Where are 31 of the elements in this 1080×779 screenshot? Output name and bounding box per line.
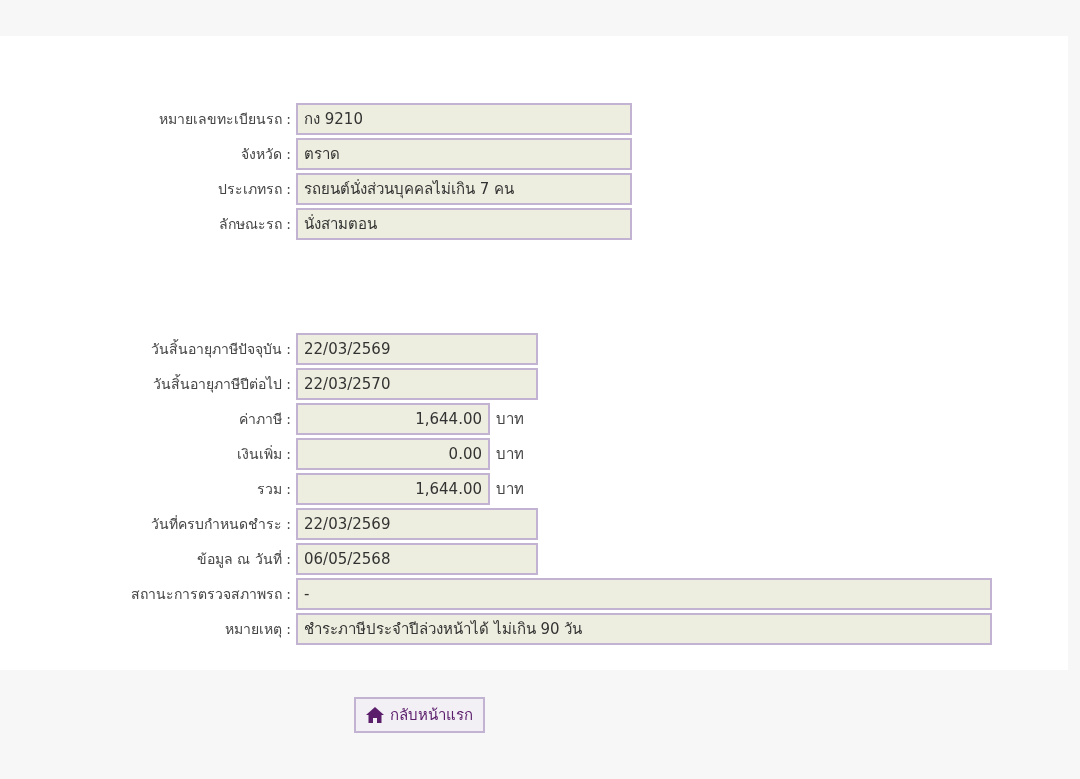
field-label: วันสิ้นอายุภาษีปัจจุบัน : [149, 338, 292, 360]
field-label: วันที่ครบกำหนดชำระ : [149, 514, 292, 534]
home-button[interactable]: กลับหน้าแรก [354, 697, 485, 733]
readonly-field[interactable]: 06/05/2568 [296, 543, 538, 575]
readonly-field[interactable]: 0.00 [296, 438, 490, 470]
field-label: จังหวัด : [239, 144, 292, 164]
field-label: รวม : [255, 479, 292, 499]
field-label: เงินเพิ่ม : [235, 444, 292, 464]
unit-label: บาท [496, 443, 524, 465]
readonly-field[interactable]: - [296, 578, 992, 610]
field-label: หมายเหตุ : [223, 619, 292, 640]
readonly-field[interactable]: ชำระภาษีประจำปีล่วงหน้าได้ ไม่เกิน 90 วัน [296, 613, 992, 645]
readonly-field[interactable]: ตราด [296, 138, 632, 170]
field-label: ค่าภาษี : [237, 409, 292, 429]
readonly-field[interactable]: 22/03/2569 [296, 333, 538, 365]
field-label: สถานะการตรวจสภาพรถ : [129, 584, 292, 604]
unit-label: บาท [496, 408, 524, 430]
readonly-field[interactable]: กง 9210 [296, 103, 632, 135]
readonly-field[interactable]: นั่งสามตอน [296, 208, 632, 240]
field-label: วันสิ้นอายุภาษีปีต่อไป : [151, 373, 292, 395]
readonly-field[interactable]: 22/03/2569 [296, 508, 538, 540]
readonly-field[interactable]: 1,644.00 [296, 473, 490, 505]
field-label: ลักษณะรถ : [217, 214, 292, 234]
readonly-field[interactable]: 1,644.00 [296, 403, 490, 435]
field-label: ข้อมูล ณ วันที่ : [195, 549, 292, 570]
field-label: ประเภทรถ : [216, 179, 292, 199]
home-icon [366, 707, 384, 723]
readonly-field[interactable]: 22/03/2570 [296, 368, 538, 400]
readonly-field[interactable]: รถยนต์นั่งส่วนบุคคลไม่เกิน 7 คน [296, 173, 632, 205]
unit-label: บาท [496, 478, 524, 500]
field-label: หมายเลขทะเบียนรถ : [157, 109, 292, 129]
